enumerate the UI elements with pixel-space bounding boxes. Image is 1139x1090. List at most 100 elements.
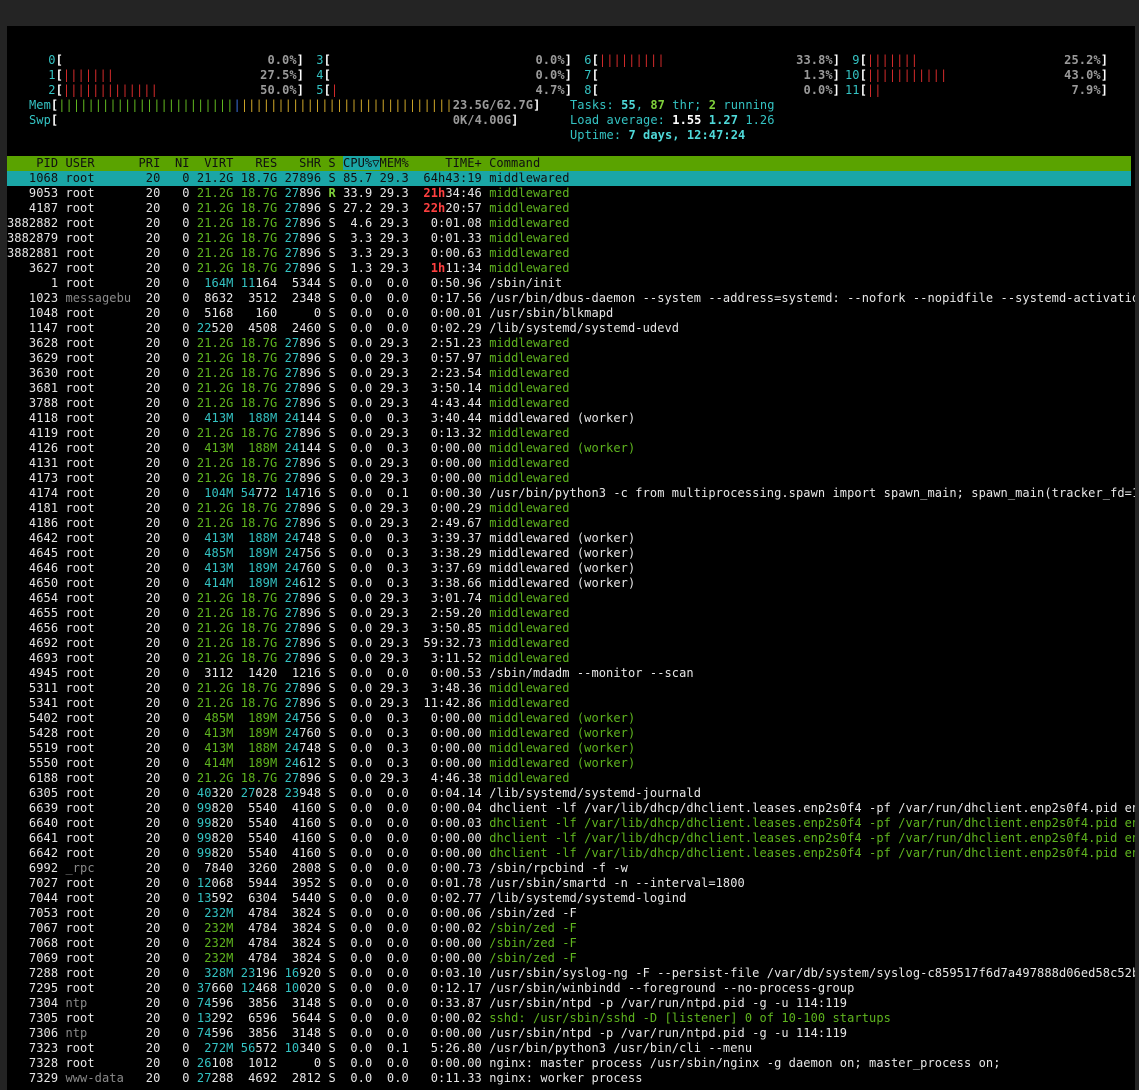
process-row[interactable]: 5311 root 20 0 21.2G 18.7G 27896 S 0.0 2… bbox=[7, 681, 570, 696]
process-user: root bbox=[65, 756, 139, 770]
process-row[interactable]: 4131 root 20 0 21.2G 18.7G 27896 S 0.0 2… bbox=[7, 456, 570, 471]
process-row[interactable]: 7295 root 20 0 37660 12468 10020 S 0.0 0… bbox=[7, 981, 854, 996]
process-row[interactable]: 7067 root 20 0 232M 4784 3824 S 0.0 0.0 … bbox=[7, 921, 577, 936]
process-row[interactable]: 5341 root 20 0 21.2G 18.7G 27896 S 0.0 2… bbox=[7, 696, 570, 711]
process-res: 3260 bbox=[240, 861, 278, 875]
process-row[interactable]: 5550 root 20 0 414M 189M 24612 S 0.0 0.3… bbox=[7, 756, 635, 771]
process-user: root bbox=[65, 216, 139, 230]
process-res: 18.7G bbox=[240, 501, 278, 515]
process-shr: 27896 bbox=[284, 261, 322, 275]
process-res: 18.7G bbox=[240, 681, 278, 695]
process-user: root bbox=[65, 261, 139, 275]
process-row[interactable]: 7323 root 20 0 272M 56572 10340 S 0.0 0.… bbox=[7, 1041, 752, 1056]
process-row[interactable]: 3630 root 20 0 21.2G 18.7G 27896 S 0.0 2… bbox=[7, 366, 570, 381]
process-row[interactable]: 7304 ntp 20 0 74596 3856 3148 S 0.0 0.0 … bbox=[7, 996, 847, 1011]
meter-bracket: [ bbox=[55, 83, 63, 97]
process-row[interactable]: 4655 root 20 0 21.2G 18.7G 27896 S 0.0 2… bbox=[7, 606, 570, 621]
process-row[interactable]: 3788 root 20 0 21.2G 18.7G 27896 S 0.0 2… bbox=[7, 396, 570, 411]
process-priority: 20 bbox=[138, 276, 168, 290]
process-row[interactable]: 6639 root 20 0 99820 5540 4160 S 0.0 0.0… bbox=[7, 801, 1135, 816]
process-row[interactable]: 6305 root 20 0 40320 27028 23948 S 0.0 0… bbox=[7, 786, 701, 801]
process-res: 4784 bbox=[240, 951, 278, 965]
process-mem: 29.3 bbox=[379, 696, 417, 710]
process-state: S bbox=[328, 786, 344, 800]
process-row[interactable]: 7306 ntp 20 0 74596 3856 3148 S 0.0 0.0 … bbox=[7, 1026, 847, 1041]
process-command: dhclient -lf /var/lib/dhcp/dhclient.leas… bbox=[489, 846, 1135, 860]
cpu-meter-bar: ||||||||||||| bbox=[62, 83, 158, 97]
process-row[interactable]: 4656 root 20 0 21.2G 18.7G 27896 S 0.0 2… bbox=[7, 621, 570, 636]
process-row[interactable]: 6992 _rpc 20 0 7840 3260 2808 S 0.0 0.0 … bbox=[7, 861, 628, 876]
process-row[interactable]: 4187 root 20 0 21.2G 18.7G 27896 S 27.2 … bbox=[7, 201, 570, 216]
process-row[interactable]: 7044 root 20 0 13592 6304 5440 S 0.0 0.0… bbox=[7, 891, 686, 906]
process-row[interactable]: 6642 root 20 0 99820 5540 4160 S 0.0 0.0… bbox=[7, 846, 1135, 861]
process-row[interactable]: 4174 root 20 0 104M 54772 14716 S 0.0 0.… bbox=[7, 486, 1135, 501]
process-row[interactable]: 1 root 20 0 164M 11164 5344 S 0.0 0.0 0:… bbox=[7, 276, 562, 291]
process-row[interactable]: 6641 root 20 0 99820 5540 4160 S 0.0 0.0… bbox=[7, 831, 1135, 846]
process-row[interactable]: 4119 root 20 0 21.2G 18.7G 27896 S 0.0 2… bbox=[7, 426, 570, 441]
process-row[interactable]: 1147 root 20 0 22520 4508 2460 S 0.0 0.0… bbox=[7, 321, 679, 336]
process-row[interactable]: 1068 root 20 0 21.2G 18.7G 27896 S 85.7 … bbox=[7, 171, 1131, 186]
process-row[interactable]: 4945 root 20 0 3112 1420 1216 S 0.0 0.0 … bbox=[7, 666, 694, 681]
process-row[interactable]: 4118 root 20 0 413M 188M 24144 S 0.0 0.3… bbox=[7, 411, 635, 426]
process-row[interactable]: 5428 root 20 0 413M 189M 24760 S 0.0 0.3… bbox=[7, 726, 635, 741]
process-cpu: 0.0 bbox=[343, 666, 380, 680]
process-row[interactable]: 3629 root 20 0 21.2G 18.7G 27896 S 0.0 2… bbox=[7, 351, 570, 366]
process-state: S bbox=[328, 336, 344, 350]
process-time: 0:00.29 bbox=[416, 501, 482, 515]
process-row[interactable]: 9053 root 20 0 21.2G 18.7G 27896 R 33.9 … bbox=[7, 186, 570, 201]
process-row[interactable]: 7305 root 20 0 13292 6596 5644 S 0.0 0.0… bbox=[7, 1011, 891, 1026]
process-user: root bbox=[65, 171, 139, 185]
process-res: 18.7G bbox=[240, 381, 278, 395]
process-row[interactable]: 3628 root 20 0 21.2G 18.7G 27896 S 0.0 2… bbox=[7, 336, 570, 351]
process-state: S bbox=[328, 966, 344, 980]
process-row[interactable]: 5519 root 20 0 413M 188M 24748 S 0.0 0.3… bbox=[7, 741, 635, 756]
process-row[interactable]: 4181 root 20 0 21.2G 18.7G 27896 S 0.0 2… bbox=[7, 501, 570, 516]
process-row[interactable]: 4126 root 20 0 413M 188M 24144 S 0.0 0.3… bbox=[7, 441, 635, 456]
running-count: 2 bbox=[708, 98, 717, 112]
process-priority: 20 bbox=[138, 696, 168, 710]
process-row[interactable]: 3681 root 20 0 21.2G 18.7G 27896 S 0.0 2… bbox=[7, 381, 570, 396]
process-row[interactable]: 7068 root 20 0 232M 4784 3824 S 0.0 0.0 … bbox=[7, 936, 577, 951]
process-row[interactable]: 6188 root 20 0 21.2G 18.7G 27896 S 0.0 2… bbox=[7, 771, 570, 786]
process-row[interactable]: 4692 root 20 0 21.2G 18.7G 27896 S 0.0 2… bbox=[7, 636, 570, 651]
process-row[interactable]: 7288 root 20 0 328M 23196 16920 S 0.0 0.… bbox=[7, 966, 1135, 981]
process-row[interactable]: 3882882 root 20 0 21.2G 18.7G 27896 S 4.… bbox=[7, 216, 570, 231]
process-row[interactable]: 4173 root 20 0 21.2G 18.7G 27896 S 0.0 2… bbox=[7, 471, 570, 486]
process-row[interactable]: 7027 root 20 0 12068 5944 3952 S 0.0 0.0… bbox=[7, 876, 745, 891]
process-row[interactable]: 7328 root 20 0 26108 1012 0 S 0.0 0.0 0:… bbox=[7, 1056, 1001, 1071]
process-row[interactable]: 1023 messagebu 20 0 8632 3512 2348 S 0.0… bbox=[7, 291, 1135, 306]
process-nice: 0 bbox=[167, 711, 197, 725]
process-priority: 20 bbox=[138, 246, 168, 260]
process-pid: 4656 bbox=[7, 621, 66, 635]
process-virt: 21.2G bbox=[196, 636, 234, 650]
process-row[interactable]: 4186 root 20 0 21.2G 18.7G 27896 S 0.0 2… bbox=[7, 516, 570, 531]
process-pid: 3629 bbox=[7, 351, 66, 365]
process-row[interactable]: 4646 root 20 0 413M 189M 24760 S 0.0 0.3… bbox=[7, 561, 635, 576]
process-row[interactable]: 4654 root 20 0 21.2G 18.7G 27896 S 0.0 2… bbox=[7, 591, 570, 606]
process-row[interactable]: 3882879 root 20 0 21.2G 18.7G 27896 S 3.… bbox=[7, 231, 570, 246]
process-virt: 232M bbox=[196, 906, 234, 920]
col-cpu-label: CPU% bbox=[343, 156, 373, 170]
process-row[interactable]: 6640 root 20 0 99820 5540 4160 S 0.0 0.0… bbox=[7, 816, 1135, 831]
process-row[interactable]: 4645 root 20 0 485M 189M 24756 S 0.0 0.3… bbox=[7, 546, 635, 561]
process-virt: 26108 bbox=[196, 1056, 234, 1070]
process-command: middlewared bbox=[489, 591, 570, 605]
process-command: /sbin/mdadm --monitor --scan bbox=[489, 666, 694, 680]
process-row[interactable]: 4693 root 20 0 21.2G 18.7G 27896 S 0.0 2… bbox=[7, 651, 570, 666]
process-row[interactable]: 1048 root 20 0 5168 160 0 S 0.0 0.0 0:00… bbox=[7, 306, 613, 321]
meter-bracket: ] bbox=[1100, 68, 1108, 82]
process-mem: 0.3 bbox=[379, 531, 417, 545]
process-row[interactable]: 4650 root 20 0 414M 189M 24612 S 0.0 0.3… bbox=[7, 576, 635, 591]
process-res: 18.7G bbox=[240, 426, 278, 440]
process-user: root bbox=[65, 516, 139, 530]
process-row[interactable]: 7329 www-data 20 0 27288 4692 2812 S 0.0… bbox=[7, 1071, 643, 1086]
process-row[interactable]: 5402 root 20 0 485M 189M 24756 S 0.0 0.3… bbox=[7, 711, 635, 726]
process-row[interactable]: 4642 root 20 0 413M 188M 24748 S 0.0 0.3… bbox=[7, 531, 635, 546]
process-row[interactable]: 7053 root 20 0 232M 4784 3824 S 0.0 0.0 … bbox=[7, 906, 577, 921]
process-virt: 13592 bbox=[196, 891, 234, 905]
process-row[interactable]: 7069 root 20 0 232M 4784 3824 S 0.0 0.0 … bbox=[7, 951, 577, 966]
process-row[interactable]: 3882881 root 20 0 21.2G 18.7G 27896 S 3.… bbox=[7, 246, 570, 261]
process-row[interactable]: 3627 root 20 0 21.2G 18.7G 27896 S 1.3 2… bbox=[7, 261, 570, 276]
process-user: root bbox=[65, 846, 139, 860]
process-mem: 0.0 bbox=[379, 966, 417, 980]
